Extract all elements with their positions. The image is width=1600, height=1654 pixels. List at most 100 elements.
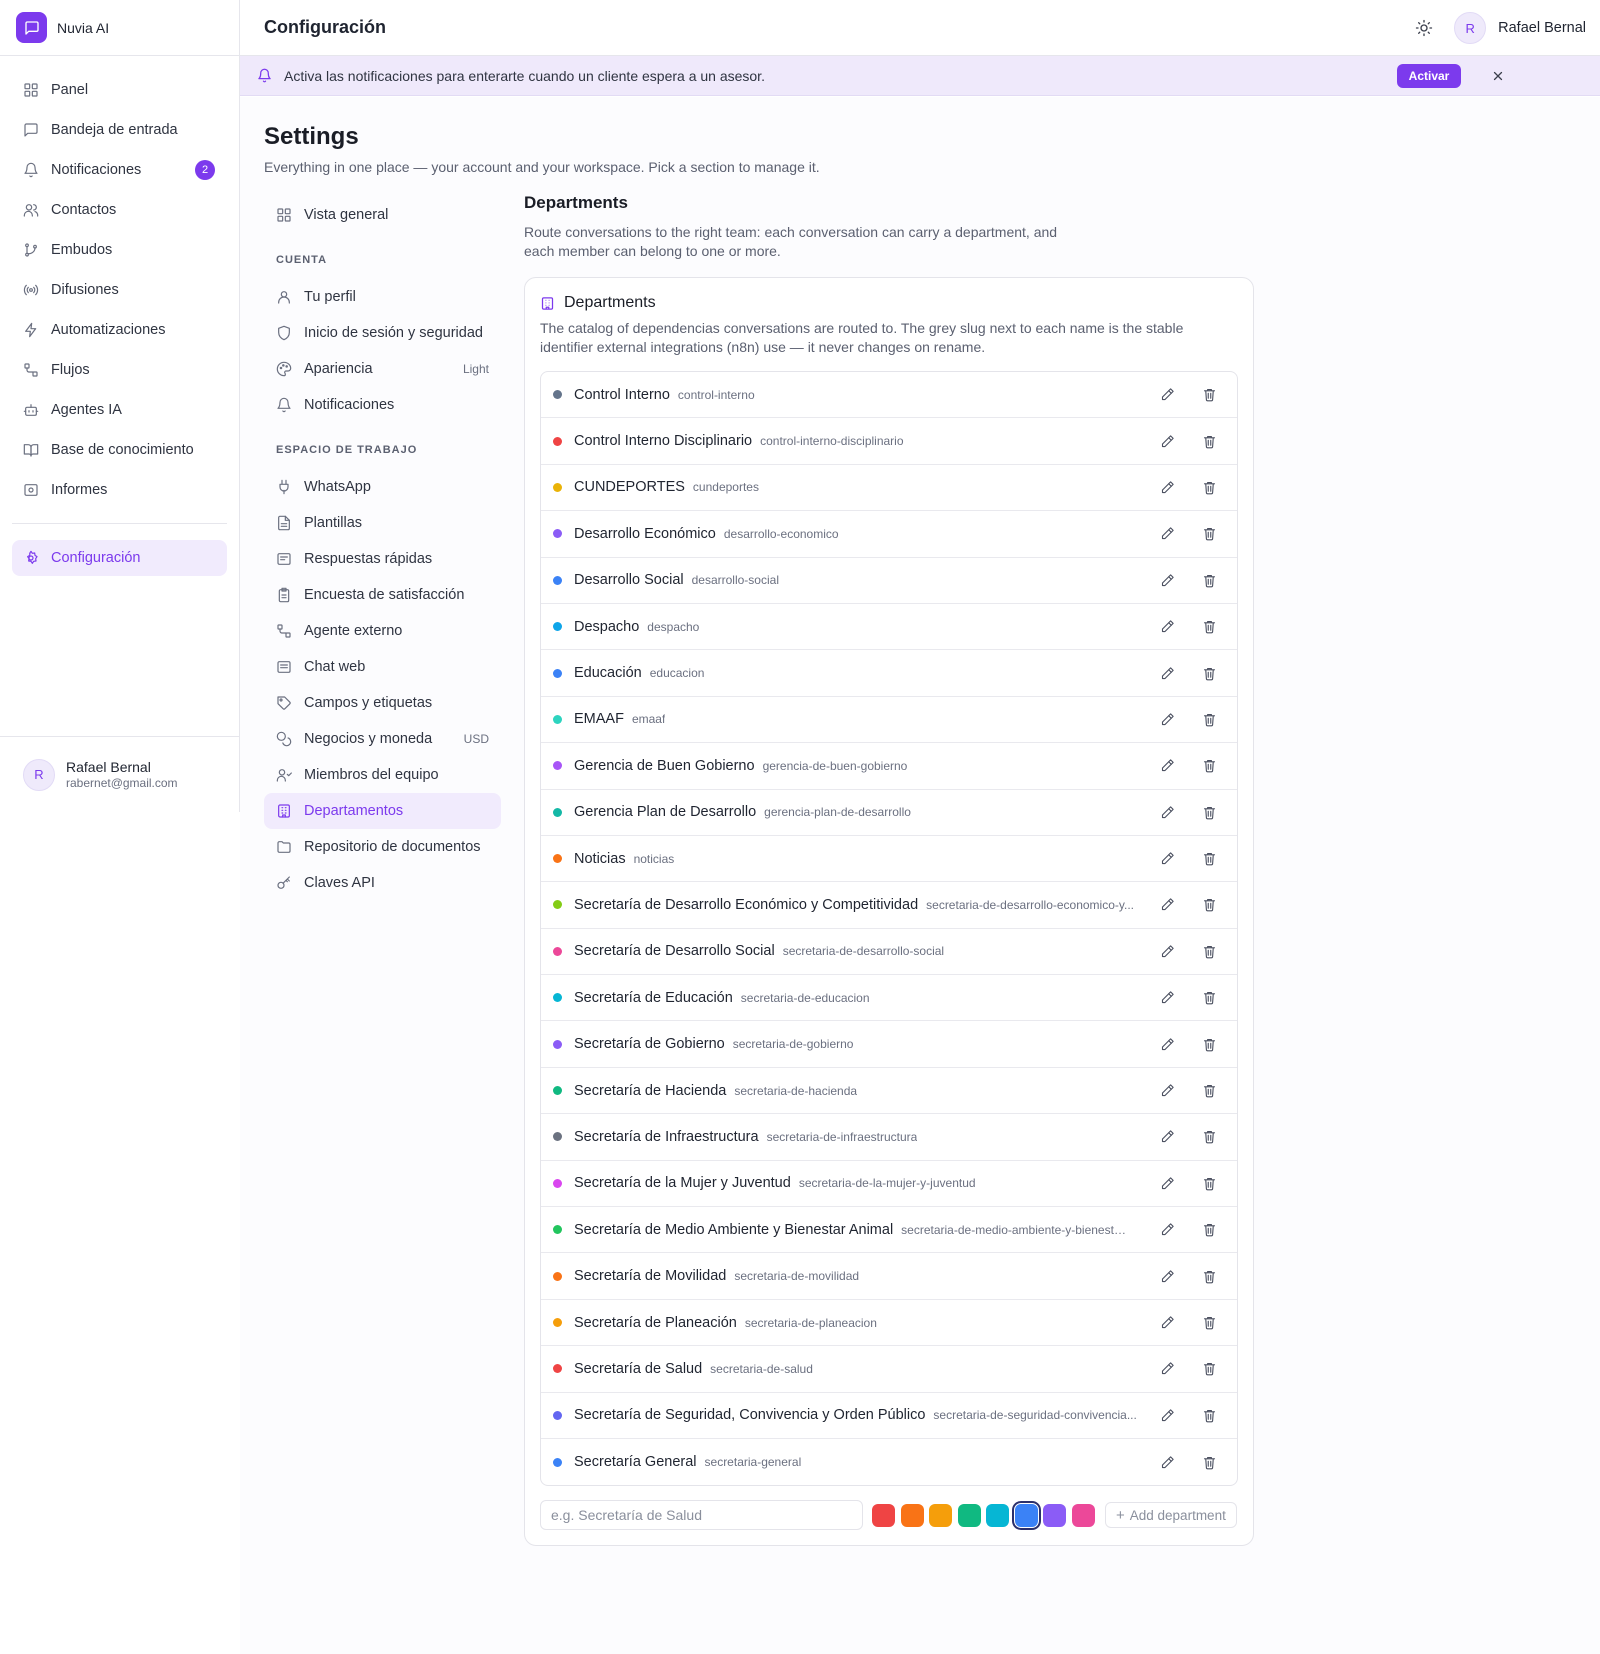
delete-button[interactable] bbox=[1199, 1173, 1219, 1193]
delete-button[interactable] bbox=[1199, 895, 1219, 915]
delete-button[interactable] bbox=[1199, 802, 1219, 822]
settings-nav-repositorio-de-documentos[interactable]: Repositorio de documentos bbox=[264, 829, 501, 865]
brand[interactable]: Nuvia AI bbox=[0, 0, 239, 56]
delete-button[interactable] bbox=[1199, 524, 1219, 544]
edit-button[interactable] bbox=[1157, 1405, 1177, 1425]
edit-button[interactable] bbox=[1157, 1220, 1177, 1240]
color-swatch[interactable] bbox=[1011, 1500, 1041, 1530]
edit-button[interactable] bbox=[1157, 1359, 1177, 1379]
settings-nav-agente-externo[interactable]: Agente externo bbox=[264, 613, 501, 649]
edit-button[interactable] bbox=[1157, 1173, 1177, 1193]
edit-button[interactable] bbox=[1157, 1034, 1177, 1054]
sidebar-item-notificaciones[interactable]: Notificaciones 2 bbox=[12, 150, 227, 190]
edit-button[interactable] bbox=[1157, 570, 1177, 590]
delete-button[interactable] bbox=[1199, 1266, 1219, 1286]
settings-nav-notificaciones[interactable]: Notificaciones bbox=[264, 387, 501, 423]
sidebar-item-flujos[interactable]: Flujos bbox=[12, 350, 227, 390]
delete-button[interactable] bbox=[1199, 1034, 1219, 1054]
inbox-icon bbox=[23, 122, 39, 138]
sidebar-item-contactos[interactable]: Contactos bbox=[12, 190, 227, 230]
edit-button[interactable] bbox=[1157, 1127, 1177, 1147]
settings-nav-tu-perfil[interactable]: Tu perfil bbox=[264, 279, 501, 315]
color-swatch[interactable] bbox=[986, 1503, 1009, 1527]
edit-button[interactable] bbox=[1157, 895, 1177, 915]
sidebar-item-agentes-ia[interactable]: Agentes IA bbox=[12, 390, 227, 430]
color-swatch[interactable] bbox=[929, 1503, 952, 1527]
sidebar-user[interactable]: R Rafael Bernal rabernet@gmail.com bbox=[0, 736, 239, 812]
settings-nav-claves-api[interactable]: Claves API bbox=[264, 865, 501, 901]
delete-button[interactable] bbox=[1199, 849, 1219, 869]
settings-nav-plantillas[interactable]: Plantillas bbox=[264, 505, 501, 541]
color-swatch[interactable] bbox=[1071, 1503, 1095, 1527]
settings-nav-label: Miembros del equipo bbox=[304, 767, 439, 783]
delete-button[interactable] bbox=[1199, 1405, 1219, 1425]
department-name-input[interactable] bbox=[540, 1500, 863, 1530]
edit-button[interactable] bbox=[1157, 1452, 1177, 1472]
add-department-button[interactable]: + Add department bbox=[1105, 1502, 1237, 1528]
edit-button[interactable] bbox=[1157, 524, 1177, 544]
edit-button[interactable] bbox=[1157, 1081, 1177, 1101]
department-slug: gerencia-de-buen-gobierno bbox=[762, 758, 908, 773]
color-swatch[interactable] bbox=[872, 1503, 895, 1527]
delete-button[interactable] bbox=[1199, 941, 1219, 961]
trash-icon bbox=[1202, 805, 1217, 820]
delete-button[interactable] bbox=[1199, 1081, 1219, 1101]
settings-nav-inicio-de-sesi-n-y-seguridad[interactable]: Inicio de sesión y seguridad bbox=[264, 315, 501, 351]
edit-button[interactable] bbox=[1157, 709, 1177, 729]
delete-button[interactable] bbox=[1199, 617, 1219, 637]
sidebar-item-base-de-conocimiento[interactable]: Base de conocimiento bbox=[12, 430, 227, 470]
user-menu-button[interactable]: R Rafael Bernal bbox=[1454, 12, 1586, 44]
sidebar-item-bandeja-de-entrada[interactable]: Bandeja de entrada bbox=[12, 110, 227, 150]
edit-button[interactable] bbox=[1157, 1313, 1177, 1333]
edit-button[interactable] bbox=[1157, 385, 1177, 405]
settings-nav-negocios-y-moneda[interactable]: Negocios y moneda USD bbox=[264, 721, 501, 757]
edit-button[interactable] bbox=[1157, 849, 1177, 869]
delete-button[interactable] bbox=[1199, 1359, 1219, 1379]
sidebar-item-automatizaciones[interactable]: Automatizaciones bbox=[12, 310, 227, 350]
banner-text: Activa las notificaciones para enterarte… bbox=[284, 67, 765, 84]
settings-nav-campos-y-etiquetas[interactable]: Campos y etiquetas bbox=[264, 685, 501, 721]
delete-button[interactable] bbox=[1199, 431, 1219, 451]
settings-nav-label: Plantillas bbox=[304, 515, 363, 531]
color-swatch[interactable] bbox=[1043, 1503, 1066, 1527]
settings-nav-overview[interactable]: Vista general bbox=[264, 197, 501, 233]
departments-header: Departments Route conversations to the r… bbox=[524, 193, 1084, 261]
delete-button[interactable] bbox=[1199, 663, 1219, 683]
color-swatch[interactable] bbox=[900, 1503, 924, 1527]
sidebar-item-configuraci-n[interactable]: Configuración bbox=[12, 540, 227, 576]
delete-button[interactable] bbox=[1199, 477, 1219, 497]
delete-button[interactable] bbox=[1199, 709, 1219, 729]
sidebar-item-informes[interactable]: Informes bbox=[12, 470, 227, 510]
edit-button[interactable] bbox=[1157, 756, 1177, 776]
theme-toggle-button[interactable] bbox=[1410, 14, 1438, 42]
delete-button[interactable] bbox=[1199, 756, 1219, 776]
sidebar-item-difusiones[interactable]: Difusiones bbox=[12, 270, 227, 310]
sidebar-item-embudos[interactable]: Embudos bbox=[12, 230, 227, 270]
settings-nav-chat-web[interactable]: Chat web bbox=[264, 649, 501, 685]
edit-button[interactable] bbox=[1157, 988, 1177, 1008]
edit-button[interactable] bbox=[1157, 477, 1177, 497]
activate-button[interactable]: Activar bbox=[1397, 64, 1461, 88]
sidebar-item-panel[interactable]: Panel bbox=[12, 70, 227, 110]
settings-nav-departamentos[interactable]: Departamentos bbox=[264, 793, 501, 829]
delete-button[interactable] bbox=[1199, 570, 1219, 590]
delete-button[interactable] bbox=[1199, 1313, 1219, 1333]
edit-button[interactable] bbox=[1157, 431, 1177, 451]
settings-nav-miembros-del-equipo[interactable]: Miembros del equipo bbox=[264, 757, 501, 793]
edit-button[interactable] bbox=[1157, 941, 1177, 961]
delete-button[interactable] bbox=[1199, 1220, 1219, 1240]
edit-button[interactable] bbox=[1157, 1266, 1177, 1286]
color-swatch[interactable] bbox=[957, 1503, 981, 1527]
delete-button[interactable] bbox=[1199, 988, 1219, 1008]
delete-button[interactable] bbox=[1199, 385, 1219, 405]
edit-button[interactable] bbox=[1157, 802, 1177, 822]
settings-nav-respuestas-r-pidas[interactable]: Respuestas rápidas bbox=[264, 541, 501, 577]
delete-button[interactable] bbox=[1199, 1127, 1219, 1147]
close-icon[interactable] bbox=[1488, 66, 1508, 86]
delete-button[interactable] bbox=[1199, 1452, 1219, 1472]
settings-nav-whatsapp[interactable]: WhatsApp bbox=[264, 469, 501, 505]
edit-button[interactable] bbox=[1157, 617, 1177, 637]
settings-nav-apariencia[interactable]: Apariencia Light bbox=[264, 351, 501, 387]
settings-nav-encuesta-de-satisfacci-n[interactable]: Encuesta de satisfacción bbox=[264, 577, 501, 613]
edit-button[interactable] bbox=[1157, 663, 1177, 683]
